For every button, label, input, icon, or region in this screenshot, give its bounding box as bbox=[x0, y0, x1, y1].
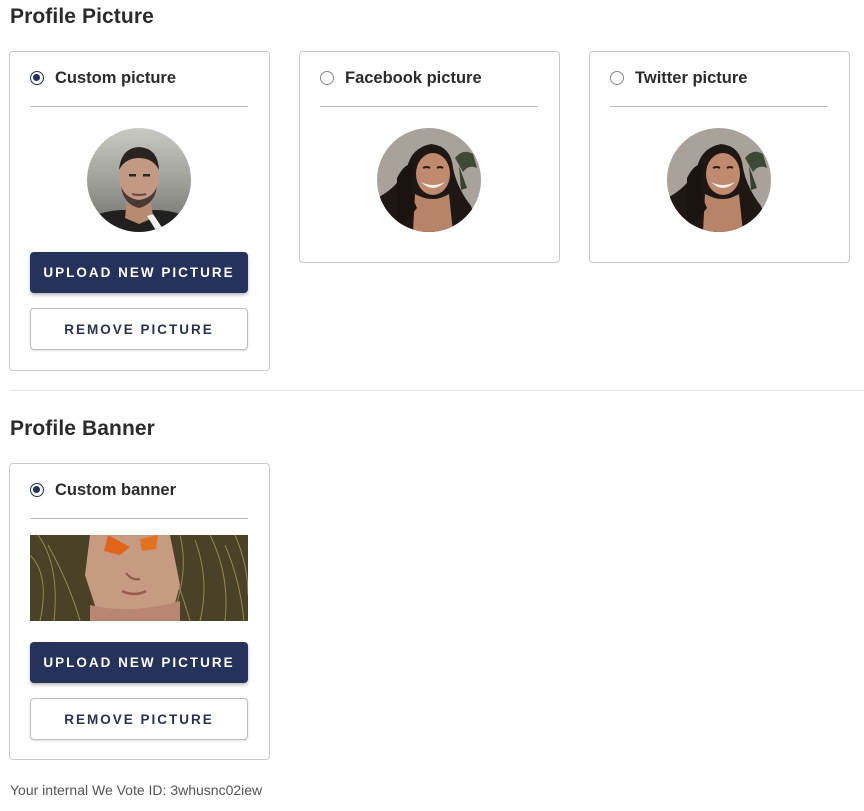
custom-picture-option[interactable]: Custom picture bbox=[30, 69, 248, 107]
remove-banner-button[interactable]: REMOVE PICTURE bbox=[30, 698, 248, 740]
facebook-picture-card: Facebook picture bbox=[299, 51, 560, 263]
custom-banner-image bbox=[30, 535, 248, 621]
custom-picture-card: Custom picture UPLOAD NEW PICTURE REMOVE… bbox=[9, 51, 270, 371]
twitter-picture-label: Twitter picture bbox=[635, 69, 748, 87]
custom-profile-avatar bbox=[87, 128, 191, 232]
twitter-profile-avatar bbox=[667, 128, 771, 232]
custom-banner-label: Custom banner bbox=[55, 481, 177, 499]
twitter-picture-card: Twitter picture bbox=[589, 51, 850, 263]
facebook-picture-label: Facebook picture bbox=[345, 69, 482, 87]
custom-picture-radio[interactable] bbox=[30, 71, 44, 85]
facebook-profile-avatar bbox=[377, 128, 481, 232]
custom-banner-card: Custom banner UPLOAD NEW PICTURE REMOVE … bbox=[9, 463, 270, 760]
twitter-picture-option[interactable]: Twitter picture bbox=[610, 69, 828, 107]
profile-picture-title: Profile Picture bbox=[10, 5, 154, 28]
custom-banner-option[interactable]: Custom banner bbox=[30, 481, 248, 519]
upload-new-banner-button[interactable]: UPLOAD NEW PICTURE bbox=[30, 642, 248, 683]
custom-banner-radio[interactable] bbox=[30, 483, 44, 497]
facebook-picture-radio[interactable] bbox=[320, 71, 334, 85]
custom-picture-label: Custom picture bbox=[55, 69, 177, 87]
profile-banner-title: Profile Banner bbox=[10, 417, 155, 440]
facebook-picture-option[interactable]: Facebook picture bbox=[320, 69, 538, 107]
twitter-picture-radio[interactable] bbox=[610, 71, 624, 85]
upload-new-picture-button[interactable]: UPLOAD NEW PICTURE bbox=[30, 252, 248, 293]
we-vote-id-text: Your internal We Vote ID: 3whusnc02iew bbox=[10, 782, 263, 798]
section-divider bbox=[10, 390, 864, 391]
remove-picture-button[interactable]: REMOVE PICTURE bbox=[30, 308, 248, 350]
